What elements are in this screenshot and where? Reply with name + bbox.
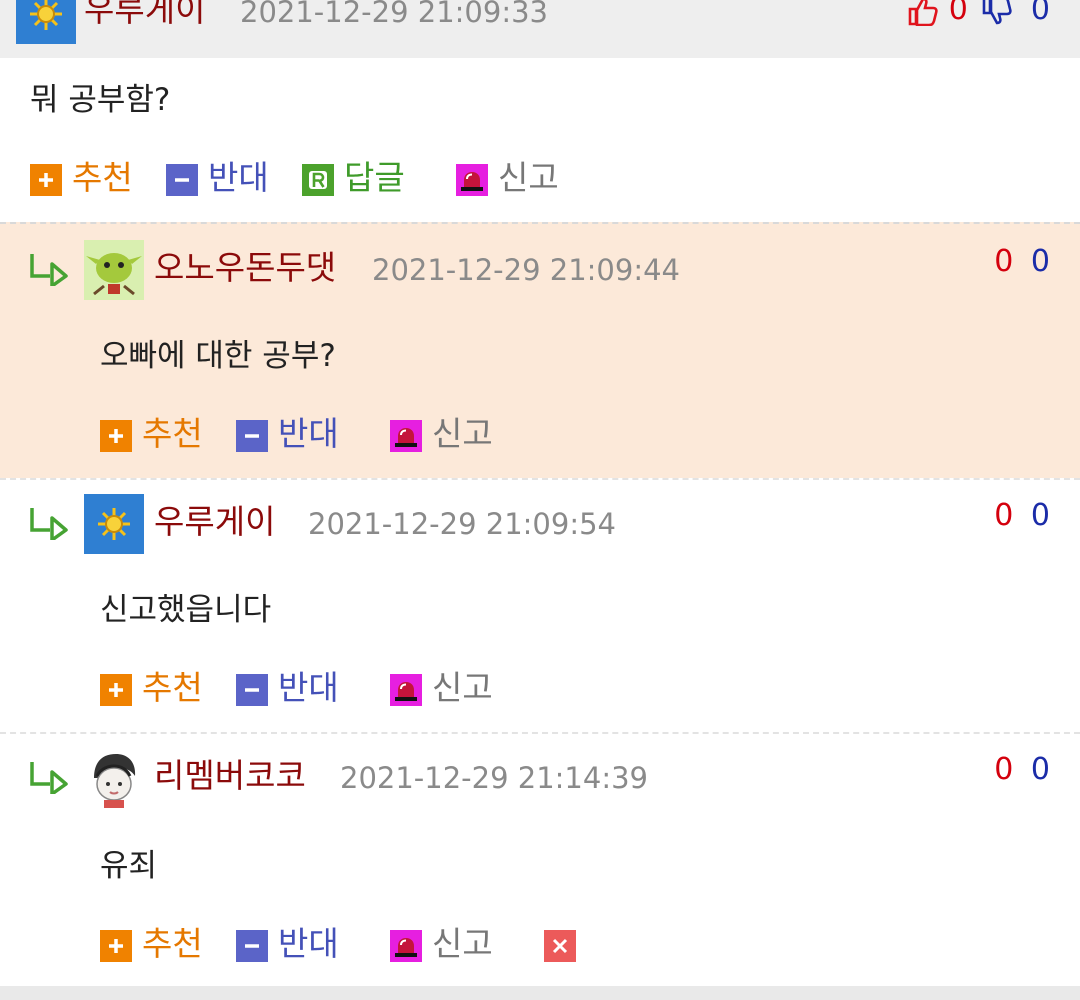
plus-icon <box>30 164 62 196</box>
report-label: 신고 <box>432 414 493 453</box>
comment-actions: 추천 반대 신고 <box>100 414 520 454</box>
timestamp: 2021-12-29 21:09:54 <box>308 507 616 541</box>
report-label: 신고 <box>498 158 559 197</box>
vote-counts: 0 0 <box>994 750 1050 790</box>
downvote-count: 0 <box>1030 752 1050 787</box>
oppose-label: 반대 <box>278 924 339 963</box>
siren-icon <box>456 164 488 196</box>
reply-arrow-icon <box>30 508 68 540</box>
reply-item: 오노우돈두댓 2021-12-29 21:09:44 0 0 오빠에 대한 공부… <box>0 222 1080 478</box>
bottom-divider <box>0 986 1080 1000</box>
siren-icon <box>390 420 422 452</box>
upvote-count: 0 <box>948 0 968 27</box>
reply-r-icon <box>302 164 334 196</box>
minus-icon <box>236 674 268 706</box>
oppose-label: 반대 <box>208 158 269 197</box>
comment-body: 오빠에 대한 공부? <box>100 338 336 374</box>
sun-avatar-icon <box>16 0 76 44</box>
delete-button[interactable] <box>544 924 576 964</box>
minus-icon <box>236 420 268 452</box>
vote-counts: 0 0 <box>994 496 1050 536</box>
minus-icon <box>166 164 198 196</box>
recommend-label: 추천 <box>72 158 133 197</box>
thumbs-down-icon[interactable] <box>981 0 1013 26</box>
goblin-avatar-icon <box>84 240 144 300</box>
avatar[interactable] <box>84 240 144 300</box>
avatar[interactable] <box>16 0 76 44</box>
comment-body: 신고했읍니다 <box>100 592 272 628</box>
reply-item: 리멤버코코 2021-12-29 21:14:39 0 0 유죄 추천 반대 신… <box>0 732 1080 987</box>
thumbs-up-icon[interactable] <box>907 0 939 26</box>
avatar[interactable] <box>84 748 144 808</box>
upvote-count: 0 <box>994 244 1014 279</box>
downvote-count: 0 <box>1030 498 1050 533</box>
comment-item: 우루게이 2021-12-29 21:09:33 0 0 뭐 공부함? 추천 반… <box>0 0 1080 222</box>
comment-actions: 추천 반대 답글 신고 <box>30 158 590 198</box>
reply-arrow-icon <box>30 254 68 286</box>
vote-counts: 0 0 <box>994 242 1050 282</box>
report-label: 신고 <box>432 668 493 707</box>
minus-icon <box>236 930 268 962</box>
timestamp: 2021-12-29 21:14:39 <box>340 761 648 795</box>
siren-icon <box>390 674 422 706</box>
downvote-count: 0 <box>1030 244 1050 279</box>
recommend-label: 추천 <box>142 668 203 707</box>
upvote-count: 0 <box>994 498 1014 533</box>
oppose-label: 반대 <box>278 668 339 707</box>
nickname[interactable]: 우루게이 <box>84 0 205 30</box>
plus-icon <box>100 420 132 452</box>
timestamp: 2021-12-29 21:09:33 <box>240 0 548 29</box>
reply-item: 우루게이 2021-12-29 21:09:54 0 0 신고했읍니다 추천 반… <box>0 478 1080 732</box>
nickname[interactable]: 우루게이 <box>154 502 275 542</box>
plus-icon <box>100 674 132 706</box>
upvote-count: 0 <box>994 752 1014 787</box>
reply-arrow-icon <box>30 762 68 794</box>
comment-actions: 추천 반대 신고 <box>100 668 520 708</box>
report-label: 신고 <box>432 924 493 963</box>
siren-icon <box>390 930 422 962</box>
oppose-label: 반대 <box>278 414 339 453</box>
close-icon <box>544 930 576 962</box>
vote-counts: 0 0 <box>907 0 1050 30</box>
plus-icon <box>100 930 132 962</box>
comment-header: 우루게이 2021-12-29 21:09:33 0 0 <box>0 0 1080 58</box>
downvote-count: 0 <box>1030 0 1050 27</box>
comment-body: 뭐 공부함? <box>30 82 171 118</box>
nickname[interactable]: 오노우돈두댓 <box>154 248 336 288</box>
reply-label: 답글 <box>344 158 405 197</box>
recommend-label: 추천 <box>142 924 203 963</box>
nickname[interactable]: 리멤버코코 <box>154 756 306 796</box>
sketch-face-avatar-icon <box>84 748 144 808</box>
comment-actions: 추천 반대 신고 <box>100 924 580 964</box>
avatar[interactable] <box>84 494 144 554</box>
comment-body: 유죄 <box>100 848 158 884</box>
sun-avatar-icon <box>84 494 144 554</box>
recommend-label: 추천 <box>142 414 203 453</box>
timestamp: 2021-12-29 21:09:44 <box>372 253 680 287</box>
